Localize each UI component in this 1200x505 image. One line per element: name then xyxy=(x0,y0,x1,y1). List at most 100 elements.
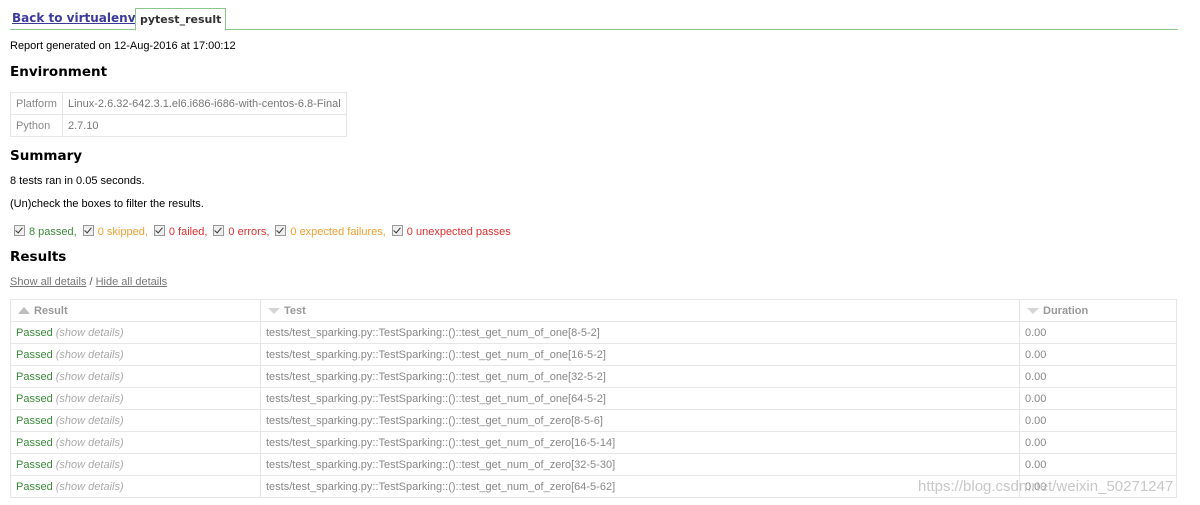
environment-key: Python xyxy=(10,114,63,137)
result-row: Passed (show details) tests/test_sparking… xyxy=(10,343,1177,366)
results-header-row: Result Test Duration xyxy=(10,299,1177,322)
back-to-virtualenv-link[interactable]: Back to virtualenv xyxy=(12,11,136,25)
filter-label: 0 errors xyxy=(228,226,267,238)
filter-checkbox[interactable] xyxy=(275,225,287,236)
filter-checkbox[interactable] xyxy=(391,225,403,236)
duration-cell: 0.00 xyxy=(1019,387,1177,410)
filter-item: 8 passed, xyxy=(14,225,77,238)
show-details-link[interactable]: (show details) xyxy=(56,327,124,339)
result-row: Passed (show details) tests/test_sparking… xyxy=(10,365,1177,388)
show-details-link[interactable]: (show details) xyxy=(56,415,124,427)
tab-pytest-result[interactable]: pytest_result xyxy=(135,8,227,31)
show-details-link[interactable]: (show details) xyxy=(56,393,124,405)
result-row: Passed (show details) tests/test_sparking… xyxy=(10,453,1177,476)
filter-label: 8 passed xyxy=(29,226,74,238)
sort-descending-icon xyxy=(268,307,280,314)
tab-bar: Back to virtualenv pytest_result xyxy=(10,8,1178,31)
result-status: Passed xyxy=(16,326,53,339)
environment-row: Platform Linux-2.6.32-642.3.1.el6.i686-i… xyxy=(10,92,347,115)
show-details-link[interactable]: (show details) xyxy=(56,349,124,361)
result-row: Passed (show details) tests/test_sparking… xyxy=(10,387,1177,410)
filter-item: 0 unexpected passes xyxy=(391,225,511,238)
filter-separator: , xyxy=(382,226,386,238)
result-status: Passed xyxy=(16,370,53,383)
result-cell: Passed (show details) xyxy=(10,321,261,344)
result-row: Passed (show details) tests/test_sparking… xyxy=(10,321,1177,344)
result-cell: Passed (show details) xyxy=(10,453,261,476)
environment-value: Linux-2.6.32-642.3.1.el6.i686-i686-with-… xyxy=(61,92,347,115)
duration-cell: 0.00 xyxy=(1019,409,1177,432)
environment-key: Platform xyxy=(10,92,63,115)
result-cell: Passed (show details) xyxy=(10,365,261,388)
report-generated-text: Report generated on 12-Aug-2016 at 17:00… xyxy=(10,40,236,52)
filter-label: 0 expected failures xyxy=(290,226,383,238)
duration-cell: 0.00 xyxy=(1019,431,1177,454)
environment-row: Python 2.7.10 xyxy=(10,114,347,137)
test-name-cell: tests/test_sparking.py::TestSparking::()… xyxy=(260,365,1020,388)
filter-label: 0 skipped xyxy=(97,226,145,238)
details-links: Show all details / Hide all details xyxy=(10,276,167,288)
result-row: Passed (show details) tests/test_sparking… xyxy=(10,431,1177,454)
duration-cell: 0.00 xyxy=(1019,475,1177,498)
filter-checkbox[interactable] xyxy=(14,225,25,236)
duration-column-header[interactable]: Duration xyxy=(1019,299,1177,322)
filter-item: 0 expected failures, xyxy=(275,225,386,238)
duration-cell: 0.00 xyxy=(1019,365,1177,388)
show-details-link[interactable]: (show details) xyxy=(56,459,124,471)
filter-hint-text: (Un)check the boxes to filter the result… xyxy=(10,198,204,210)
sort-descending-icon xyxy=(1027,307,1039,314)
tests-ran-text: 8 tests ran in 0.05 seconds. xyxy=(10,175,145,187)
duration-cell: 0.00 xyxy=(1019,321,1177,344)
test-name-cell: tests/test_sparking.py::TestSparking::()… xyxy=(260,409,1020,432)
result-column-label: Result xyxy=(34,304,68,317)
result-cell: Passed (show details) xyxy=(10,431,261,454)
show-details-link[interactable]: (show details) xyxy=(56,371,124,383)
result-cell: Passed (show details) xyxy=(10,409,261,432)
environment-heading: Environment xyxy=(10,64,108,80)
filter-separator: , xyxy=(73,226,77,238)
filter-checkbox[interactable] xyxy=(82,225,94,236)
filter-separator: , xyxy=(144,226,148,238)
result-cell: Passed (show details) xyxy=(10,343,261,366)
result-cell: Passed (show details) xyxy=(10,387,261,410)
test-column-label: Test xyxy=(284,304,306,317)
result-status: Passed xyxy=(16,458,53,471)
test-name-cell: tests/test_sparking.py::TestSparking::()… xyxy=(260,431,1020,454)
filter-checkbox[interactable] xyxy=(213,225,225,236)
results-heading: Results xyxy=(10,249,67,265)
duration-cell: 0.00 xyxy=(1019,343,1177,366)
test-name-cell: tests/test_sparking.py::TestSparking::()… xyxy=(260,475,1020,498)
show-all-details-link[interactable]: Show all details xyxy=(10,276,86,288)
summary-heading: Summary xyxy=(10,148,83,164)
details-separator: / xyxy=(86,276,96,288)
filter-separator: , xyxy=(204,226,208,238)
result-status: Passed xyxy=(16,480,53,493)
test-name-cell: tests/test_sparking.py::TestSparking::()… xyxy=(260,321,1020,344)
result-row: Passed (show details) tests/test_sparking… xyxy=(10,409,1177,432)
test-name-cell: tests/test_sparking.py::TestSparking::()… xyxy=(260,387,1020,410)
results-table: Result Test Duration Passed (show detail… xyxy=(10,299,1177,498)
environment-value: 2.7.10 xyxy=(61,114,347,137)
show-details-link[interactable]: (show details) xyxy=(56,481,124,493)
filter-item: 0 skipped, xyxy=(82,225,148,238)
result-cell: Passed (show details) xyxy=(10,475,261,498)
result-status: Passed xyxy=(16,414,53,427)
sort-ascending-icon xyxy=(18,307,30,315)
result-row: Passed (show details) tests/test_sparking… xyxy=(10,475,1177,498)
test-name-cell: tests/test_sparking.py::TestSparking::()… xyxy=(260,453,1020,476)
duration-column-label: Duration xyxy=(1043,304,1089,317)
hide-all-details-link[interactable]: Hide all details xyxy=(96,276,168,288)
test-column-header[interactable]: Test xyxy=(260,299,1020,322)
duration-cell: 0.00 xyxy=(1019,453,1177,476)
result-status: Passed xyxy=(16,392,53,405)
result-status: Passed xyxy=(16,436,53,449)
test-name-cell: tests/test_sparking.py::TestSparking::()… xyxy=(260,343,1020,366)
show-details-link[interactable]: (show details) xyxy=(56,437,124,449)
result-column-header[interactable]: Result xyxy=(10,299,261,322)
filter-label: 0 unexpected passes xyxy=(406,226,511,238)
filter-checkbox[interactable] xyxy=(153,225,165,236)
filter-item: 0 failed, xyxy=(153,225,208,238)
filter-separator: , xyxy=(266,226,270,238)
filter-item: 0 errors, xyxy=(213,225,270,238)
result-status: Passed xyxy=(16,348,53,361)
